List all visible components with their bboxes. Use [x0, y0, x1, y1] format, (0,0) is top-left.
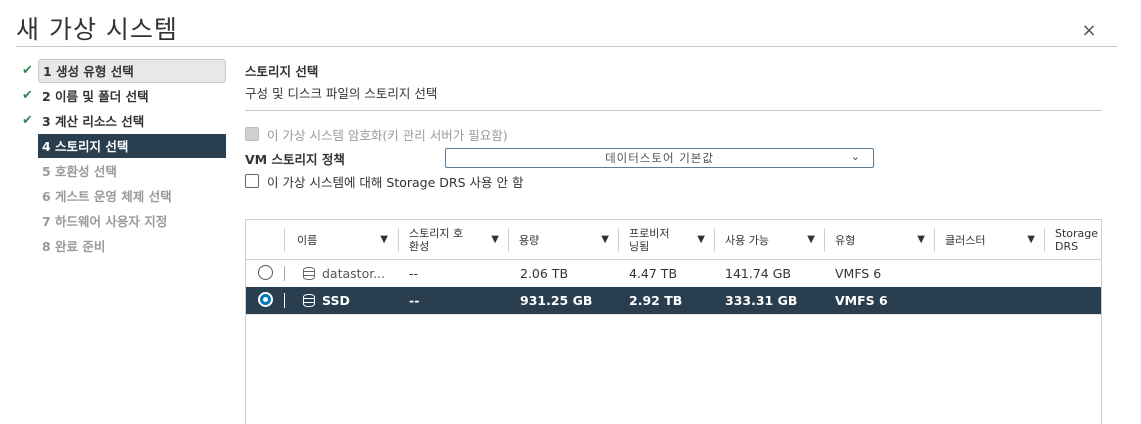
cell-provisioned: 2.92 TB	[629, 293, 683, 308]
step-label: 2 이름 및 폴더 선택	[42, 89, 149, 104]
step-8: 8 완료 준비	[22, 233, 228, 258]
filter-icon[interactable]: ▼	[491, 233, 499, 246]
step-4[interactable]: 4 스토리지 선택	[22, 133, 228, 158]
filter-icon[interactable]: ▼	[697, 233, 705, 246]
check-icon: ✔	[22, 113, 33, 128]
step-label: 5 호환성 선택	[42, 164, 117, 179]
cell-compat: --	[409, 293, 420, 308]
cell-capacity: 931.25 GB	[520, 293, 593, 308]
section-title: 스토리지 선택	[245, 64, 319, 79]
title-divider	[16, 46, 1117, 47]
step-label: 3 계산 리소스 선택	[42, 114, 145, 129]
step-5: 5 호환성 선택	[22, 158, 228, 183]
section-divider	[245, 110, 1102, 111]
row-radio[interactable]	[258, 292, 273, 307]
step-label: 1 생성 유형 선택	[38, 58, 226, 83]
filter-icon[interactable]: ▼	[917, 233, 925, 246]
check-icon: ✔	[22, 63, 33, 78]
step-7: 7 하드웨어 사용자 지정	[22, 208, 228, 233]
step-2[interactable]: ✔ 2 이름 및 폴더 선택	[22, 83, 228, 108]
cell-name: datastor...	[322, 266, 386, 281]
encrypt-option: 이 가상 시스템 암호화(키 관리 서버가 필요함)	[245, 125, 1102, 143]
cell-free: 333.31 GB	[725, 293, 798, 308]
filter-icon[interactable]: ▼	[380, 233, 388, 246]
filter-icon[interactable]: ▼	[601, 233, 609, 246]
cell-type: VMFS 6	[835, 266, 882, 281]
step-label: 7 하드웨어 사용자 지정	[42, 214, 168, 229]
drs-checkbox[interactable]	[245, 174, 259, 188]
cell-name: SSD	[322, 293, 350, 308]
step-label: 8 완료 준비	[42, 239, 106, 254]
datastore-icon	[303, 294, 315, 307]
row-radio[interactable]	[258, 265, 273, 280]
main-panel: 스토리지 선택 구성 및 디스크 파일의 스토리지 선택 이 가상 시스템 암호…	[245, 62, 1102, 191]
datastore-table: 이름 ▼ 스토리지 호 환성 ▼ 용량 ▼ 프로비저 닝됨 ▼ 사용 가능 ▼ …	[245, 219, 1102, 424]
step-label: 4 스토리지 선택	[38, 133, 226, 158]
storage-policy-row: VM 스토리지 정책 데이터스토어 기본값 ⌄	[245, 147, 1102, 169]
step-1[interactable]: ✔ 1 생성 유형 선택	[22, 58, 228, 83]
step-3[interactable]: ✔ 3 계산 리소스 선택	[22, 108, 228, 133]
col-type-header[interactable]: 유형 ▼	[825, 220, 935, 260]
datastore-icon	[303, 267, 315, 280]
step-label: 6 게스트 운영 체제 선택	[42, 189, 172, 204]
drs-option: 이 가상 시스템에 대해 Storage DRS 사용 안 함	[245, 171, 1102, 191]
table-row[interactable]: SSD -- 931.25 GB 2.92 TB 333.31 GB VMFS …	[246, 287, 1101, 314]
storage-policy-value: 데이터스토어 기본값	[605, 151, 714, 165]
check-icon: ✔	[22, 88, 33, 103]
wizard-steps: ✔ 1 생성 유형 선택 ✔ 2 이름 및 폴더 선택 ✔ 3 계산 리소스 선…	[22, 58, 228, 258]
storage-policy-label: VM 스토리지 정책	[245, 151, 345, 167]
table-header: 이름 ▼ 스토리지 호 환성 ▼ 용량 ▼ 프로비저 닝됨 ▼ 사용 가능 ▼ …	[246, 220, 1101, 260]
col-free-header[interactable]: 사용 가능 ▼	[715, 220, 825, 260]
col-cluster-header[interactable]: 클러스터 ▼	[935, 220, 1045, 260]
col-drs-header[interactable]: Storage DRS	[1045, 220, 1101, 260]
col-capacity-header[interactable]: 용량 ▼	[509, 220, 619, 260]
cell-type: VMFS 6	[835, 293, 888, 308]
col-provisioned-header[interactable]: 프로비저 닝됨 ▼	[619, 220, 715, 260]
storage-policy-select[interactable]: 데이터스토어 기본값 ⌄	[445, 148, 874, 168]
filter-icon[interactable]: ▼	[1027, 233, 1035, 246]
drs-label: 이 가상 시스템에 대해 Storage DRS 사용 안 함	[267, 174, 524, 190]
encrypt-label: 이 가상 시스템 암호화(키 관리 서버가 필요함)	[267, 127, 508, 143]
cell-compat: --	[409, 266, 419, 281]
step-6: 6 게스트 운영 체제 선택	[22, 183, 228, 208]
table-row[interactable]: datastor... -- 2.06 TB 4.47 TB 141.74 GB…	[246, 260, 1101, 287]
encrypt-checkbox[interactable]	[245, 127, 259, 141]
close-icon[interactable]: ×	[1080, 22, 1098, 40]
cell-capacity: 2.06 TB	[520, 266, 569, 281]
cell-free: 141.74 GB	[725, 266, 791, 281]
chevron-down-icon: ⌄	[850, 150, 861, 163]
dialog-title: 새 가상 시스템	[16, 15, 178, 44]
col-compat-header[interactable]: 스토리지 호 환성 ▼	[399, 220, 509, 260]
section-subtitle: 구성 및 디스크 파일의 스토리지 선택	[245, 86, 438, 101]
col-name-header[interactable]: 이름 ▼	[287, 220, 398, 260]
cell-provisioned: 4.47 TB	[629, 266, 678, 281]
filter-icon[interactable]: ▼	[807, 233, 815, 246]
